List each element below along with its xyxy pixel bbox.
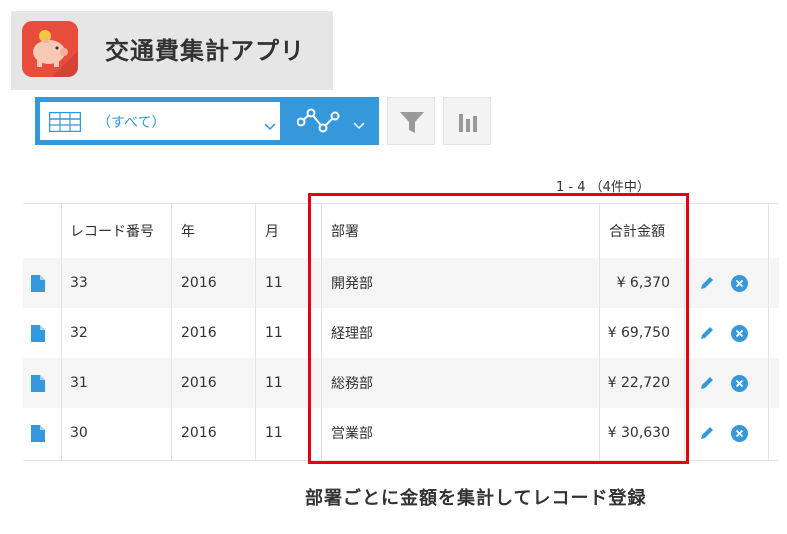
record-detail-icon[interactable] <box>31 308 45 358</box>
app-header: 交通費集計アプリ <box>11 11 333 90</box>
record-detail-icon[interactable] <box>31 258 45 308</box>
pencil-icon[interactable] <box>699 258 715 308</box>
column-divider <box>255 203 256 461</box>
table-icon <box>48 111 82 136</box>
delete-icon[interactable] <box>731 258 748 308</box>
view-selected-label: （すべて） <box>97 115 166 131</box>
month: 11 <box>265 375 283 391</box>
app-title: 交通費集計アプリ <box>105 37 305 65</box>
pencil-icon[interactable] <box>699 308 715 358</box>
line-graph-icon <box>296 108 341 138</box>
filter-button[interactable] <box>387 97 435 145</box>
header-month[interactable]: 月 <box>265 204 279 258</box>
record-detail-icon[interactable] <box>31 358 45 408</box>
header-year[interactable]: 年 <box>181 204 195 258</box>
month: 11 <box>265 325 283 341</box>
column-divider <box>61 203 62 461</box>
delete-icon[interactable] <box>731 308 748 358</box>
aggregate-button[interactable] <box>443 97 491 145</box>
chevron-down-icon <box>264 116 276 135</box>
view-selector[interactable]: （すべて） <box>35 97 287 145</box>
record-number: 30 <box>70 425 88 441</box>
year: 2016 <box>181 375 217 391</box>
pencil-icon[interactable] <box>699 358 715 408</box>
highlight-box <box>308 193 689 464</box>
column-divider <box>171 203 172 461</box>
column-divider <box>768 203 769 461</box>
pencil-icon[interactable] <box>699 408 715 458</box>
bar-chart-icon <box>459 114 477 132</box>
record-number: 33 <box>70 275 88 291</box>
year: 2016 <box>181 425 217 441</box>
delete-icon[interactable] <box>731 358 748 408</box>
year: 2016 <box>181 325 217 341</box>
record-detail-icon[interactable] <box>31 408 45 458</box>
year: 2016 <box>181 275 217 291</box>
delete-icon[interactable] <box>731 408 748 458</box>
record-number: 31 <box>70 375 88 391</box>
chevron-down-icon <box>353 115 365 134</box>
piggy-bank-icon <box>22 21 78 77</box>
graph-menu-button[interactable] <box>287 97 379 145</box>
view-dropdown[interactable]: （すべて） <box>40 102 280 140</box>
record-number: 32 <box>70 325 88 341</box>
month: 11 <box>265 425 283 441</box>
annotation-caption: 部署ごとに金額を集計してレコード登録 <box>305 488 647 509</box>
header-record-number[interactable]: レコード番号 <box>70 204 154 258</box>
month: 11 <box>265 275 283 291</box>
funnel-icon <box>400 112 424 133</box>
